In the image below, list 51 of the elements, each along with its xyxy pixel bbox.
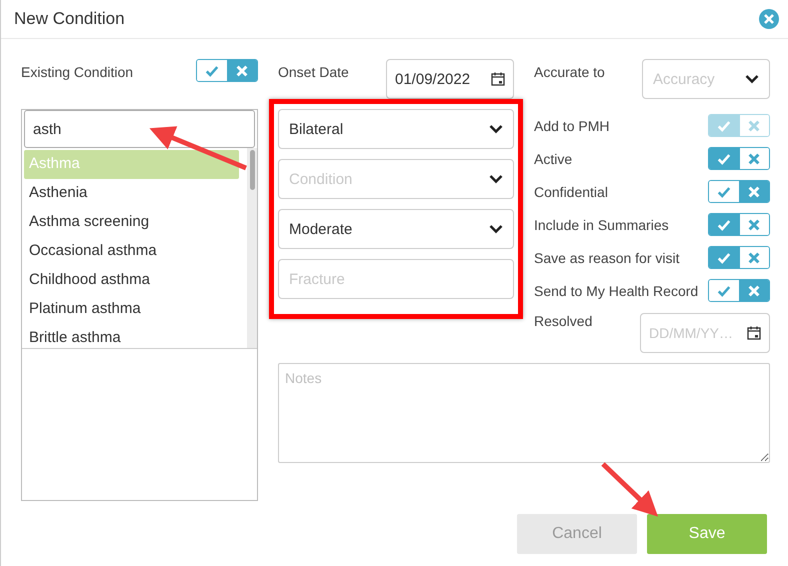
- option-label: Include in Summaries: [534, 216, 669, 232]
- field-label: Accurate to: [534, 63, 605, 80]
- suggestion-item[interactable]: Brittle asthma: [24, 324, 239, 353]
- search-field[interactable]: asth: [24, 110, 255, 148]
- option-label: Add to PMH: [534, 118, 610, 134]
- toggle-switch[interactable]: [708, 180, 770, 203]
- dialog-title: New Condition: [14, 9, 125, 29]
- field-label: Existing Condition: [21, 63, 134, 80]
- dropdown[interactable]: Moderate: [278, 209, 514, 249]
- check-icon: [709, 247, 738, 268]
- cross-icon: [738, 214, 769, 235]
- toggle-switch[interactable]: [708, 147, 770, 170]
- chevron-down-icon[interactable]: [489, 174, 503, 184]
- notes-field[interactable]: Notes: [278, 363, 770, 463]
- arrow-drawing: [601, 462, 658, 517]
- option-label: Save as reason for visit: [534, 250, 680, 266]
- toggle-switch[interactable]: [708, 279, 770, 302]
- suggestion-item[interactable]: Occasional asthma: [24, 237, 239, 266]
- cross-icon: [226, 60, 257, 81]
- check-icon: [709, 214, 738, 235]
- suggestion-item[interactable]: Platinum asthma: [24, 295, 239, 324]
- calendar-icon[interactable]: [747, 326, 761, 340]
- option-label: Active: [534, 150, 572, 166]
- cross-icon: [738, 247, 769, 268]
- toggle-switch[interactable]: [708, 213, 770, 236]
- cross-icon: [738, 280, 769, 301]
- date-value: 01/09/2022: [395, 70, 470, 88]
- suggestion-item[interactable]: Asthma screening: [24, 208, 239, 237]
- cross-icon: [738, 148, 769, 169]
- cross-icon: [738, 115, 769, 136]
- field-label: Resolved: [534, 313, 592, 329]
- date-field[interactable]: 01/09/2022: [386, 59, 514, 99]
- chevron-down-icon[interactable]: [489, 224, 503, 234]
- option-label: Send to My Health Record: [534, 282, 698, 298]
- suggestion-item[interactable]: Asthenia: [24, 179, 239, 208]
- cross-icon: [738, 181, 769, 202]
- check-icon: [709, 148, 738, 169]
- calendar-icon[interactable]: [491, 72, 505, 86]
- close-icon[interactable]: [758, 8, 780, 30]
- toggle-switch[interactable]: [708, 246, 770, 269]
- chevron-down-icon[interactable]: [489, 124, 503, 134]
- dropdown[interactable]: Bilateral: [278, 109, 514, 149]
- scrollbar[interactable]: [247, 148, 257, 348]
- field-label: Onset Date: [278, 63, 349, 80]
- option-label: Confidential: [534, 184, 608, 200]
- toggle-switch[interactable]: [196, 59, 258, 82]
- chevron-down-icon[interactable]: [745, 74, 759, 84]
- suggestion-item[interactable]: Childhood asthma: [24, 266, 239, 295]
- check-icon: [709, 115, 738, 136]
- dropdown-value: Moderate: [289, 220, 352, 238]
- dropdown-value: Bilateral: [289, 120, 344, 138]
